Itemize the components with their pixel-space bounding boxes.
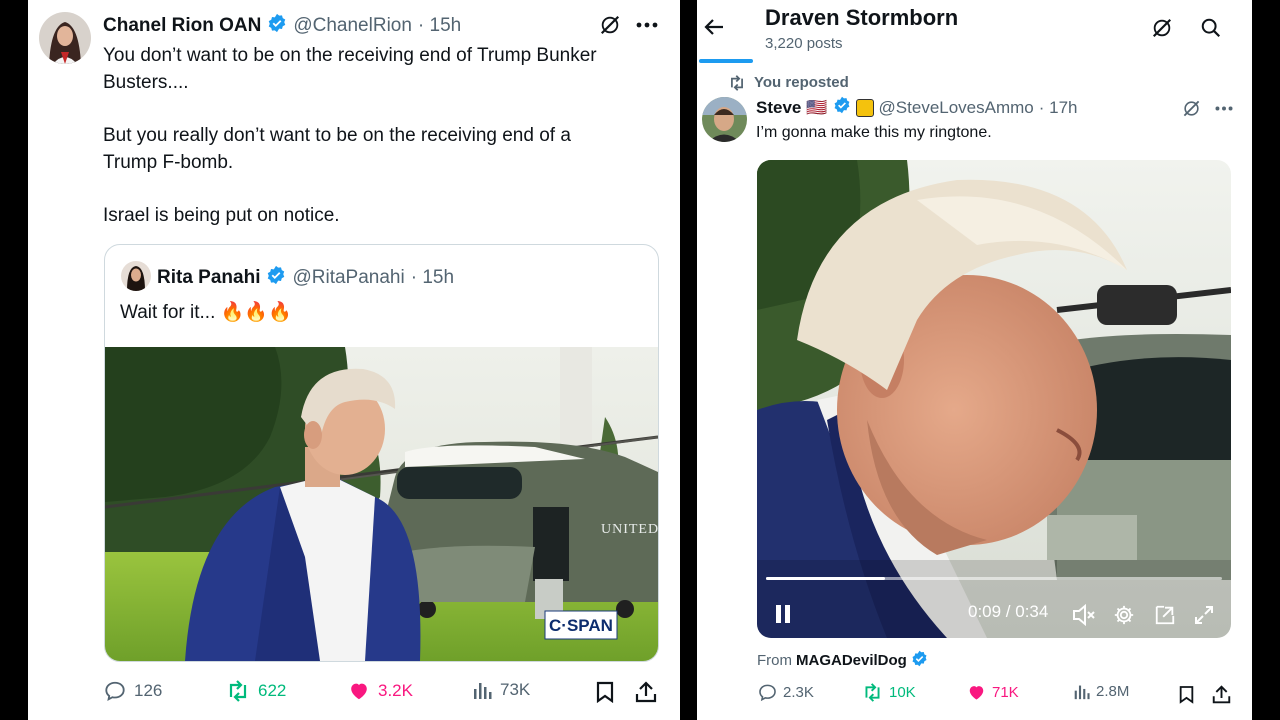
heart-filled-icon	[351, 683, 367, 700]
tweet-time[interactable]: · 15h	[418, 15, 461, 37]
grok-icon[interactable]	[1179, 96, 1203, 120]
affiliate-badge-icon	[855, 98, 874, 117]
repost-count: 622	[258, 681, 287, 700]
quote-time[interactable]: · 15h	[411, 267, 454, 289]
heart-filled-icon	[969, 686, 984, 700]
quote-handle[interactable]: @RitaPanahi	[292, 267, 404, 289]
tweet-text-line: Busters....	[103, 72, 189, 93]
source-account[interactable]: MAGADevilDog	[796, 652, 907, 669]
author-handle[interactable]: @SteveLovesAmmo	[879, 98, 1034, 118]
us-flag-emoji: 🇺🇸	[806, 97, 828, 117]
repost-indicator: You reposted	[728, 74, 849, 91]
profile-title: Draven Stormborn	[765, 5, 959, 30]
views-count: 73K	[500, 680, 531, 699]
from-prefix: From	[757, 652, 792, 669]
quote-text: Wait for it... 🔥🔥🔥	[120, 300, 292, 324]
verified-badge-icon	[833, 96, 851, 119]
tweet-text-line: Israel is being put on notice.	[103, 205, 340, 226]
steve-avatar[interactable]	[702, 97, 747, 142]
back-arrow-icon[interactable]	[699, 12, 729, 42]
more-options-icon[interactable]	[1209, 96, 1239, 120]
quote-tweet-card[interactable]: Rita Panahi @RitaPanahi · 15h Wait for i…	[104, 244, 659, 662]
tweet-text-line: Trump F-bomb.	[103, 152, 234, 173]
share-icon[interactable]	[634, 679, 658, 705]
tweet-header: Chanel Rion OAN @ChanelRion · 15h	[103, 13, 461, 39]
repost-button[interactable]: 622	[226, 680, 286, 702]
repost-button[interactable]: 10K	[862, 683, 916, 702]
cspan-watermark: C·SPAN	[549, 616, 613, 635]
active-tab-indicator	[699, 59, 753, 63]
grok-icon[interactable]	[597, 12, 623, 38]
video-progress-track[interactable]	[766, 577, 1222, 580]
views-button[interactable]: 73K	[472, 680, 530, 700]
rita-avatar[interactable]	[121, 261, 151, 291]
video-progress-fill	[766, 577, 885, 580]
tweet-text: I’m gonna make this my ringtone.	[756, 124, 992, 141]
left-tweet-panel: Chanel Rion OAN @ChanelRion · 15h You do…	[28, 0, 680, 720]
video-player[interactable]: 0:09 / 0:34	[757, 160, 1231, 638]
search-icon[interactable]	[1197, 14, 1225, 42]
like-count: 3.2K	[378, 681, 413, 700]
bookmark-icon[interactable]	[593, 679, 617, 705]
repost-count: 10K	[889, 684, 916, 701]
reply-button[interactable]: 126	[104, 680, 162, 702]
like-count: 71K	[992, 684, 1019, 701]
settings-gear-icon[interactable]	[1111, 602, 1137, 628]
tweet-time[interactable]: · 17h	[1039, 98, 1078, 118]
tweet-header: Steve 🇺🇸 @SteveLovesAmmo · 17h	[756, 96, 1078, 119]
views-chart-icon	[1074, 685, 1090, 700]
views-chart-icon	[474, 683, 492, 699]
reply-icon	[105, 681, 125, 701]
repost-label[interactable]: You reposted	[754, 74, 849, 91]
repost-small-icon	[731, 74, 743, 91]
verified-badge-icon	[267, 13, 287, 39]
repost-icon	[229, 680, 247, 702]
reply-icon	[759, 684, 776, 702]
tweet-text: You don’t want to be on the receiving en…	[103, 42, 663, 229]
post-count: 3,220 posts	[765, 35, 843, 52]
repost-icon	[865, 683, 880, 702]
reply-count: 126	[134, 681, 163, 700]
author-name[interactable]: Steve	[756, 98, 801, 118]
fire-emoji: 🔥🔥🔥	[220, 302, 292, 323]
like-button[interactable]: 71K	[967, 683, 1019, 702]
more-options-icon[interactable]	[632, 12, 662, 38]
chanel-avatar[interactable]	[39, 12, 91, 64]
share-icon[interactable]	[1210, 683, 1232, 705]
quote-author-name[interactable]: Rita Panahi	[157, 267, 260, 289]
video-source: From MAGADevilDog	[757, 650, 928, 671]
quote-text-content: Wait for it...	[120, 302, 216, 323]
views-button[interactable]: 2.8M	[1073, 683, 1129, 700]
verified-badge-icon	[266, 265, 286, 291]
author-handle[interactable]: @ChanelRion	[293, 15, 412, 37]
bookmark-icon[interactable]	[1175, 683, 1197, 705]
tweet-text-line: But you really don’t want to be on the r…	[103, 125, 571, 146]
quote-header: Rita Panahi @RitaPanahi · 15h	[157, 265, 454, 291]
mute-icon[interactable]	[1071, 602, 1097, 628]
grok-icon[interactable]	[1148, 14, 1176, 42]
pause-icon[interactable]	[771, 602, 795, 626]
video-timestamp: 0:09 / 0:34	[968, 602, 1049, 621]
like-button[interactable]: 3.2K	[348, 680, 413, 702]
quote-media-image[interactable]: UNITED C·SPAN	[105, 347, 658, 661]
right-profile-panel: Draven Stormborn 3,220 posts You reposte…	[697, 0, 1252, 720]
reply-button[interactable]: 2.3K	[758, 683, 814, 702]
author-name[interactable]: Chanel Rion OAN	[103, 15, 261, 37]
views-count: 2.8M	[1096, 683, 1130, 700]
verified-badge-icon	[911, 650, 928, 671]
reply-count: 2.3K	[783, 684, 814, 701]
picture-in-picture-icon[interactable]	[1152, 602, 1178, 628]
helicopter-lettering: UNITED	[601, 522, 658, 537]
tweet-text-line: You don’t want to be on the receiving en…	[103, 45, 597, 66]
fullscreen-icon[interactable]	[1191, 602, 1217, 628]
